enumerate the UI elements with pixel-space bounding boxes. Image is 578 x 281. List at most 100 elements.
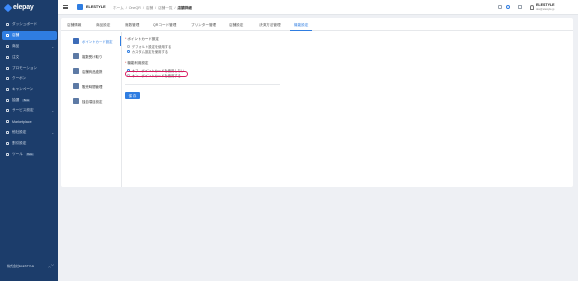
sidebar-item-label: ツール xyxy=(12,152,23,156)
tab-store-info[interactable]: 店舗情報 xyxy=(67,23,81,28)
custom-field-icon xyxy=(73,98,79,104)
user-email: dev@elestyle.jp xyxy=(536,7,555,11)
settings-icon xyxy=(6,131,9,134)
coupon-icon xyxy=(6,77,9,80)
sidebar-item-label: Marketplace xyxy=(12,119,32,124)
sidebar-item-order[interactable]: 注文 xyxy=(2,53,57,62)
clock-icon xyxy=(73,83,79,89)
marketplace-icon xyxy=(6,120,9,123)
sidebar-item-label: 抽選 xyxy=(12,98,20,102)
radio-button[interactable] xyxy=(127,45,130,48)
help-icon[interactable] xyxy=(506,5,510,9)
sidebar-item-label: サービス設定 xyxy=(12,108,34,112)
lottery-icon xyxy=(6,99,9,102)
chevron-down-icon: ⌄ xyxy=(51,108,54,113)
sidebar-item-dashboard[interactable]: ダッシュボード xyxy=(2,20,57,29)
breadcrumb-oneqr[interactable]: OneQR xyxy=(129,6,141,11)
link-icon xyxy=(73,68,79,74)
download-icon[interactable] xyxy=(518,5,522,9)
sidebar-item-lottery[interactable]: 抽選 Beta xyxy=(2,96,57,105)
tab-product-settings[interactable]: 商品設定 xyxy=(96,23,110,28)
discount-icon xyxy=(6,142,9,145)
sidebar-item-product[interactable]: 商品 ⌄ xyxy=(2,42,57,51)
logo-text: elepay xyxy=(13,4,34,11)
beta-badge: Beta xyxy=(22,99,31,102)
sidebar-item-service[interactable]: サービス設定 ⌄ xyxy=(2,106,57,115)
sidebar-item-marketplace[interactable]: Marketplace xyxy=(2,117,57,126)
sidebar-item-label: 店舗 xyxy=(12,33,20,37)
radio-label: カスタム設定を使用する xyxy=(131,50,169,54)
breadcrumb: ホーム / OneQR / 店舗 / 店舗一覧 / 店舗詳細 xyxy=(113,6,192,11)
chevron-down-icon: ⌄ xyxy=(51,130,54,135)
tab-printer-management[interactable]: プリンター管理 xyxy=(191,23,216,28)
expand-collapse-icon[interactable]: ︿﹀ xyxy=(48,265,54,268)
subnav-item-label: 販売時間管理 xyxy=(82,84,103,89)
tab-payment-methods[interactable]: 決済方法管理 xyxy=(259,23,281,28)
store-logo-icon xyxy=(77,4,83,10)
sidebar-item-coupon[interactable]: クーポン xyxy=(2,74,57,83)
breadcrumb-separator: / xyxy=(125,5,127,10)
breadcrumb-store[interactable]: 店舗 xyxy=(146,6,153,11)
breadcrumb-home[interactable]: ホーム xyxy=(113,6,124,11)
section-title-point-card: * ポイントカード設定 xyxy=(125,37,159,42)
sidebar: elepay ダッシュボード 店舗 商品 ⌄ 注文 プロモーション クーポン キ… xyxy=(0,0,58,281)
subnav-item-point-card[interactable]: ポイントカード設定 xyxy=(69,36,121,46)
beta-badge: Beta xyxy=(25,153,34,156)
sidebar-item-label: 注文 xyxy=(12,55,20,59)
tool-icon xyxy=(6,153,9,156)
subnav-item-custom-fields[interactable]: 独自項目設定 xyxy=(69,96,121,106)
tab-qr-management[interactable]: QRコード管理 xyxy=(153,23,176,28)
radio-custom-settings[interactable]: カスタム設定を使用する xyxy=(127,49,168,54)
save-button[interactable]: 保 存 xyxy=(125,92,140,99)
tab-bar: 店舗情報 商品設定 席数管理 QRコード管理 プリンター管理 店舗設定 決済方法… xyxy=(61,18,573,31)
subnav-item-label: 店舗商品連携 xyxy=(82,69,103,74)
user-name[interactable]: ELESTYLE xyxy=(536,3,555,7)
sidebar-item-label: ダッシュボード xyxy=(12,22,38,26)
sidebar-item-label: 商品 xyxy=(12,44,20,48)
main-card: 店舗情報 商品設定 席数管理 QRコード管理 プリンター管理 店舗設定 決済方法… xyxy=(61,18,573,187)
sidebar-item-promotion[interactable]: プロモーション xyxy=(2,64,57,73)
subnav-item-label: 複数受け取り xyxy=(82,54,103,59)
sidebar-item-campaign[interactable]: キャンペーン xyxy=(2,85,57,94)
sidebar-item-label: キャンペーン xyxy=(12,87,34,91)
tab-seat-management[interactable]: 席数管理 xyxy=(125,23,139,28)
sidebar-item-settings[interactable]: 他社設定 ⌄ xyxy=(2,128,57,137)
notification-icon[interactable] xyxy=(498,5,502,9)
form-divider xyxy=(125,84,280,85)
subnav-item-label: 独自項目設定 xyxy=(82,99,103,104)
sidebar-item-label: 割引設定 xyxy=(12,141,27,145)
vertical-divider xyxy=(121,32,122,187)
tab-store-settings[interactable]: 店舗設定 xyxy=(229,23,243,28)
dashboard-icon xyxy=(6,23,9,26)
breadcrumb-separator: / xyxy=(174,5,176,10)
subnav-item-sales-hours[interactable]: 販売時間管理 xyxy=(69,81,121,91)
user-icon[interactable] xyxy=(530,4,534,10)
store-name: ELESTYLE xyxy=(86,5,106,9)
store-icon xyxy=(6,34,9,37)
highlight-annotation xyxy=(125,71,188,77)
breadcrumb-current: 店舗詳細 xyxy=(177,5,192,10)
sidebar-item-store[interactable]: 店舗 xyxy=(2,31,57,40)
chevron-down-icon: ⌄ xyxy=(51,44,54,49)
point-card-icon xyxy=(73,38,79,44)
promotion-icon xyxy=(6,67,9,70)
sidebar-item-label: プロモーション xyxy=(12,66,38,70)
logo[interactable]: elepay xyxy=(3,3,34,12)
top-header: ELESTYLE ホーム / OneQR / 店舗 / 店舗一覧 / 店舗詳細 … xyxy=(58,0,578,15)
breadcrumb-separator: / xyxy=(155,5,157,10)
sidebar-item-label: 他社設定 xyxy=(12,130,27,134)
pickup-icon xyxy=(73,53,79,59)
subnav-item-multi-pickup[interactable]: 複数受け取り xyxy=(69,51,121,61)
section-title-text: 機能利用設定 xyxy=(127,61,149,65)
subnav-item-product-link[interactable]: 店舗商品連携 xyxy=(69,66,121,76)
account-switcher-label[interactable]: 株式会社ELESTYLE xyxy=(7,264,47,268)
campaign-icon xyxy=(6,88,9,91)
sidebar-item-tool[interactable]: ツール Beta xyxy=(2,150,57,159)
radio-button-selected[interactable] xyxy=(127,50,130,53)
breadcrumb-store-list[interactable]: 店舗一覧 xyxy=(158,6,172,11)
logo-icon xyxy=(3,3,13,12)
sidebar-item-discount[interactable]: 割引設定 xyxy=(2,139,57,148)
product-icon xyxy=(6,45,9,48)
tab-feature-settings[interactable]: 機能設定 xyxy=(294,23,308,28)
menu-icon[interactable] xyxy=(63,5,68,9)
